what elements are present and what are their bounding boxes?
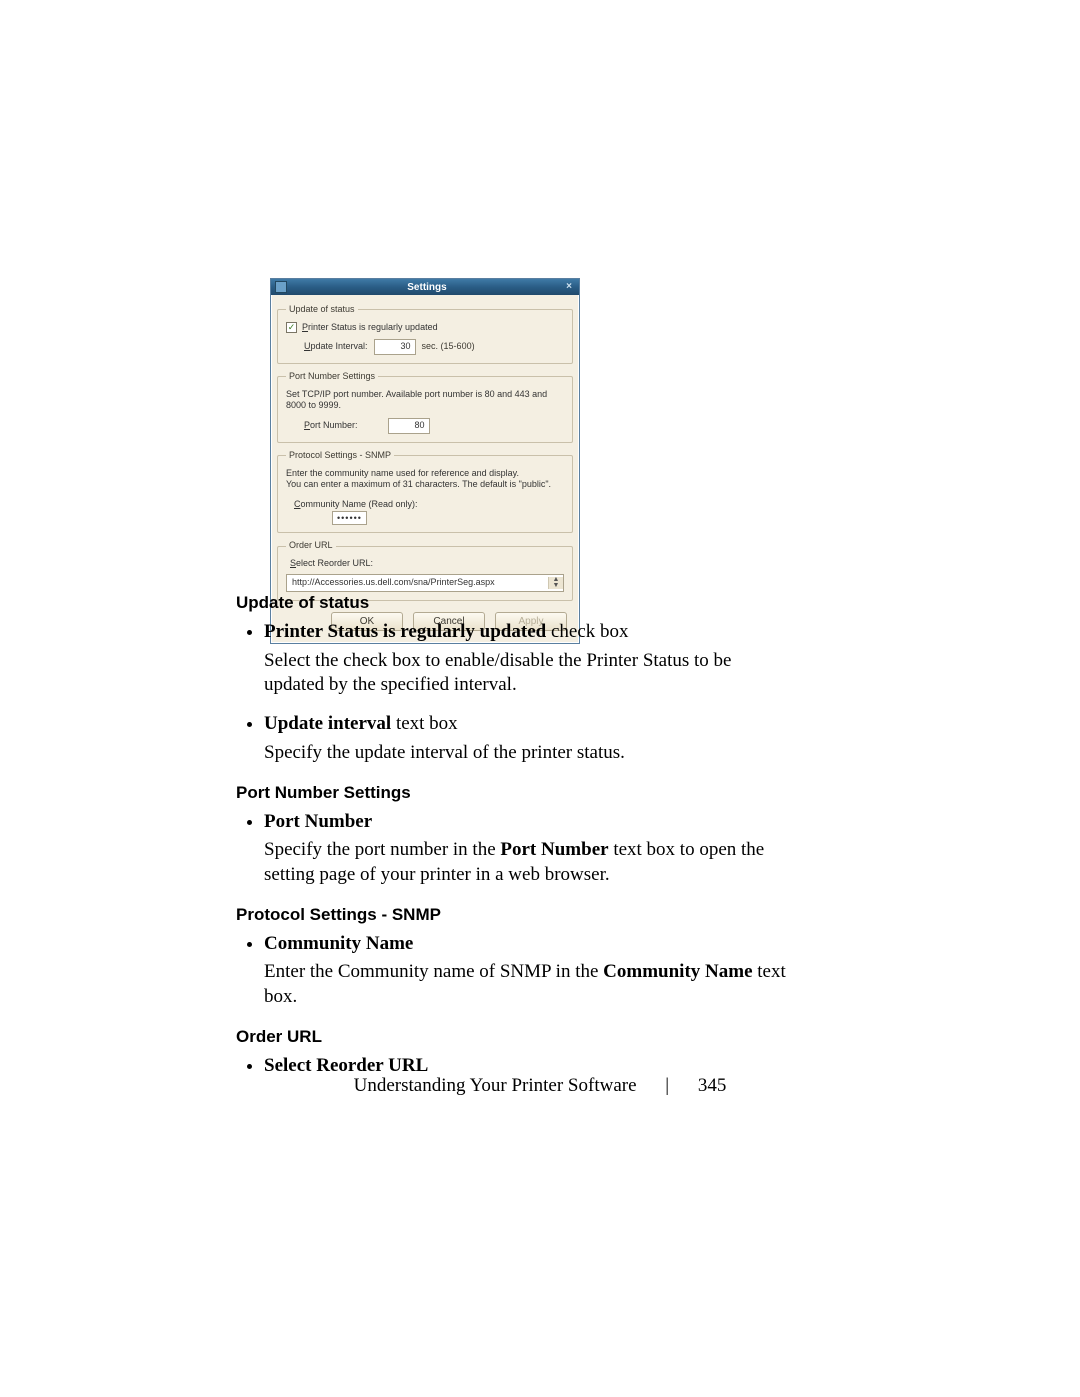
- item-head: Community Name: [264, 933, 413, 954]
- update-interval-input[interactable]: 30: [374, 339, 416, 355]
- reorder-url-value: http://Accessories.us.dell.com/sna/Print…: [287, 576, 548, 590]
- item-head-bold: Printer Status is regularly updated: [264, 621, 551, 642]
- document-body: Update of status Printer Status is regul…: [236, 592, 791, 1095]
- update-interval-label: Update Interval:: [304, 341, 368, 353]
- group-legend: Order URL: [286, 540, 336, 552]
- footer-section: Understanding Your Printer Software: [354, 1075, 637, 1096]
- titlebar: Settings ×: [271, 279, 579, 295]
- heading-order-url: Order URL: [236, 1026, 791, 1048]
- group-legend: Port Number Settings: [286, 371, 378, 383]
- footer-page-number: 345: [698, 1075, 727, 1096]
- dialog-body: Update of status ✓ Printer Status is reg…: [271, 295, 579, 643]
- update-interval-hint: sec. (15-600): [422, 341, 475, 353]
- window-title: Settings: [291, 281, 563, 294]
- list-item: Community Name Enter the Community name …: [264, 932, 791, 1010]
- group-legend: Protocol Settings - SNMP: [286, 450, 394, 462]
- group-port-number: Port Number Settings Set TCP/IP port num…: [277, 371, 573, 443]
- item-head-bold: Update interval: [264, 713, 396, 734]
- item-body: Select the check box to enable/disable t…: [264, 649, 791, 698]
- item-head: Select Reorder URL: [264, 1055, 428, 1076]
- port-number-label: Port Number:: [304, 420, 358, 432]
- reorder-url-label: Select Reorder URL:: [286, 558, 564, 570]
- close-icon[interactable]: ×: [563, 281, 575, 293]
- community-name-label: Community Name (Read only):: [294, 499, 564, 511]
- settings-dialog: Settings × Update of status ✓ Printer St…: [270, 278, 580, 644]
- community-name-input[interactable]: ••••••: [332, 511, 367, 525]
- item-head-tail: text box: [396, 713, 458, 734]
- item-body: Specify the port number in the Port Numb…: [264, 838, 791, 887]
- app-icon: [275, 281, 287, 293]
- footer-separator: |: [665, 1075, 669, 1096]
- page-footer: Understanding Your Printer Software | 34…: [0, 1075, 1080, 1097]
- list-item: Port Number Specify the port number in t…: [264, 810, 791, 888]
- snmp-description-1: Enter the community name used for refere…: [286, 468, 564, 480]
- group-snmp: Protocol Settings - SNMP Enter the commu…: [277, 450, 573, 533]
- chevron-updown-icon[interactable]: ▲▼: [548, 577, 563, 589]
- reorder-url-combo[interactable]: http://Accessories.us.dell.com/sna/Print…: [286, 574, 564, 592]
- printer-status-checkbox-label: Printer Status is regularly updated: [302, 322, 438, 334]
- group-legend: Update of status: [286, 304, 358, 316]
- item-head-tail: check box: [551, 621, 629, 642]
- heading-protocol-settings-snmp: Protocol Settings - SNMP: [236, 904, 791, 926]
- group-update-of-status: Update of status ✓ Printer Status is reg…: [277, 304, 573, 364]
- list-item: Printer Status is regularly updated chec…: [264, 620, 791, 698]
- item-body: Specify the update interval of the print…: [264, 741, 791, 766]
- heading-update-of-status: Update of status: [236, 592, 791, 614]
- heading-port-number-settings: Port Number Settings: [236, 782, 791, 804]
- printer-status-checkbox[interactable]: ✓: [286, 322, 297, 333]
- snmp-description-2: You can enter a maximum of 31 characters…: [286, 479, 564, 491]
- port-number-description: Set TCP/IP port number. Available port n…: [286, 389, 564, 412]
- list-item: Update interval text box Specify the upd…: [264, 712, 791, 765]
- port-number-input[interactable]: 80: [388, 418, 430, 434]
- item-head: Port Number: [264, 811, 372, 832]
- item-body: Enter the Community name of SNMP in the …: [264, 960, 791, 1009]
